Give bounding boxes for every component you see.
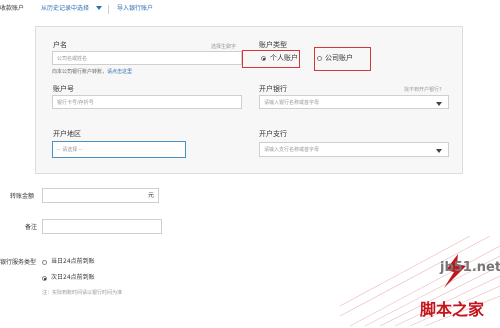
branch-placeholder: 请输入支行名称或首字母: [264, 147, 320, 153]
history-select-link[interactable]: 从历史记录中选择: [41, 5, 89, 13]
name-placeholder: 公司名或姓名: [57, 56, 88, 62]
service-type-label: 银行服务类型: [0, 259, 37, 266]
chevron-down-icon[interactable]: [96, 6, 102, 10]
click-here-link[interactable]: 请点击这里: [107, 69, 132, 75]
divider: [108, 5, 109, 14]
branch-label: 开户支行: [259, 130, 287, 138]
amount-label: 转账金额: [10, 193, 35, 200]
account-no-placeholder: 银行卡号/存折号: [57, 100, 94, 106]
watermark-name: 脚本之家: [420, 300, 485, 319]
company-account-label[interactable]: 公司账户: [325, 54, 353, 63]
rare-char-link[interactable]: 选择生僻字: [211, 44, 236, 51]
chevron-down-icon: [436, 102, 442, 106]
watermark-site: jb51.net: [440, 260, 500, 275]
name-input[interactable]: 公司名或姓名: [52, 51, 242, 65]
service-note: 注：实际到账时间请以银行时间为准: [42, 290, 123, 296]
watermark: jb51.net 脚本之家: [340, 236, 500, 328]
bank-select[interactable]: 请输入银行名称或首字母: [259, 95, 449, 109]
region-label: 开户地区: [53, 130, 81, 138]
account-type-label: 账户类型: [259, 41, 287, 49]
same-day-label[interactable]: 当日24点前到账: [51, 258, 95, 266]
remark-input[interactable]: [42, 219, 162, 234]
bank-help-link[interactable]: 找不到开户银行?: [404, 87, 442, 94]
bank-placeholder: 请输入银行名称或首字母: [264, 100, 320, 106]
amount-unit: 元: [147, 192, 154, 199]
account-no-label: 账户号: [53, 85, 74, 93]
name-label: 户名: [53, 41, 67, 49]
radio-next-day[interactable]: [42, 276, 47, 281]
region-placeholder: -- 请选择 --: [57, 147, 83, 153]
amount-input[interactable]: 元: [42, 188, 159, 203]
region-select[interactable]: -- 请选择 --: [52, 141, 186, 158]
personal-account-label[interactable]: 个人账户: [270, 54, 298, 63]
account-no-input[interactable]: 银行卡号/存折号: [52, 95, 242, 109]
next-day-label[interactable]: 次日24点前到账: [51, 274, 95, 282]
chevron-down-icon: [436, 149, 442, 153]
payee-label: 收款账户: [0, 5, 25, 12]
name-note: 向本公司银行账户转账，请点击这里: [52, 69, 133, 75]
import-bank-link[interactable]: 导入银行账户: [117, 5, 153, 13]
radio-company[interactable]: [317, 56, 322, 61]
branch-select[interactable]: 请输入支行名称或首字母: [259, 142, 449, 157]
radio-same-day[interactable]: [42, 260, 47, 265]
bank-label: 开户银行: [259, 85, 287, 93]
radio-personal[interactable]: [261, 56, 266, 61]
remark-label: 备注: [25, 224, 38, 231]
